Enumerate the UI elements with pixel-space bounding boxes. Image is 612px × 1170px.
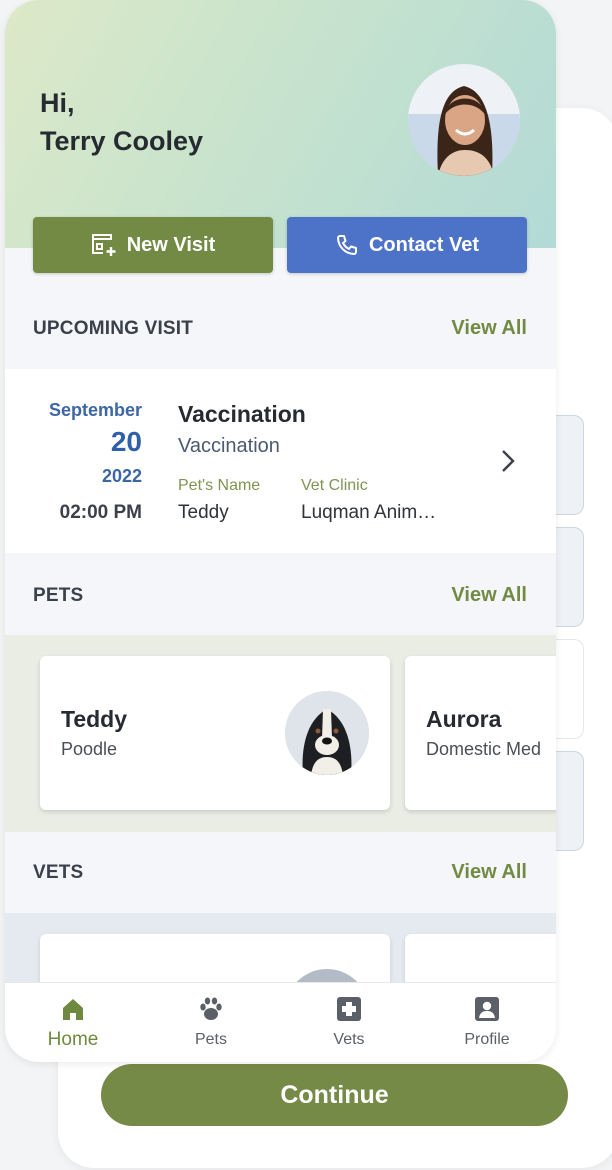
upcoming-visit-card[interactable]: September 20 2022 02:00 PM Vaccination V…: [5, 369, 556, 553]
visit-year: 2022: [101, 466, 142, 486]
user-name: Terry Cooley: [40, 126, 204, 156]
pet-name: Teddy: [61, 706, 128, 732]
tab-vets[interactable]: Vets: [294, 983, 404, 1062]
new-visit-label: New Visit: [126, 233, 216, 256]
contact-vet-button[interactable]: Contact Vet: [287, 217, 527, 273]
vet-clinic-label: Vet Clinic: [301, 477, 368, 494]
tab-pets[interactable]: Pets: [156, 983, 266, 1062]
phone-icon: [336, 235, 357, 255]
vet-clinic-value: Luqman Anim…: [301, 502, 437, 523]
pets-header: PETS View All: [5, 555, 556, 635]
home-icon: [63, 999, 83, 1020]
pet-card[interactable]: Aurora Domestic Med: [405, 656, 556, 810]
pet-name-label: Pet's Name: [178, 477, 261, 494]
bottom-tab-bar: Home Pets Vets Profile: [5, 982, 556, 1062]
pet-photo: [285, 691, 369, 775]
visit-time: 02:00 PM: [59, 502, 142, 523]
greeting-hi: Hi,: [40, 88, 75, 118]
paw-icon: [200, 997, 222, 1020]
upcoming-view-all-link[interactable]: View All: [451, 317, 527, 340]
pets-view-all-link[interactable]: View All: [451, 584, 527, 607]
store-plus-icon: [91, 234, 116, 256]
tab-home[interactable]: Home: [18, 983, 128, 1062]
tab-profile[interactable]: Profile: [432, 983, 542, 1062]
pet-breed: Poodle: [61, 739, 118, 759]
avatar[interactable]: [408, 64, 520, 176]
visit-subtitle: Vaccination: [178, 435, 280, 457]
vets-view-all-link[interactable]: View All: [451, 861, 527, 884]
avatar-photo: [408, 64, 520, 176]
contact-vet-label: Contact Vet: [368, 233, 480, 256]
tab-label: Profile: [464, 1031, 510, 1048]
section-title: UPCOMING VISIT: [33, 318, 194, 339]
visit-day: 20: [110, 426, 142, 457]
vets-header: VETS View All: [5, 832, 556, 912]
medical-cross-icon: [337, 997, 361, 1021]
profile-icon: [475, 997, 499, 1021]
header: Hi, Terry Cooley: [5, 0, 556, 248]
dog-photo: [285, 691, 369, 775]
pet-card[interactable]: Teddy Poodle: [40, 656, 390, 810]
visit-title: Vaccination: [178, 401, 306, 427]
pet-name: Aurora: [426, 706, 502, 732]
greeting: Hi, Terry Cooley: [40, 84, 203, 160]
section-title: PETS: [33, 585, 84, 606]
section-title: VETS: [33, 862, 84, 883]
visit-month: September: [48, 400, 142, 420]
chevron-right-icon[interactable]: [500, 449, 516, 473]
upcoming-visit-header: UPCOMING VISIT View All: [5, 288, 556, 368]
tab-label: Vets: [333, 1031, 365, 1048]
tab-label: Pets: [194, 1031, 227, 1048]
pet-name-value: Teddy: [178, 502, 229, 523]
new-visit-button[interactable]: New Visit: [33, 217, 273, 273]
tab-label: Home: [47, 1029, 99, 1050]
continue-button[interactable]: Continue: [101, 1064, 568, 1126]
pet-breed: Domestic Med: [426, 739, 542, 759]
phone-screen: Hi, Terry Cooley New Visit Contact Vet U…: [5, 0, 556, 1062]
